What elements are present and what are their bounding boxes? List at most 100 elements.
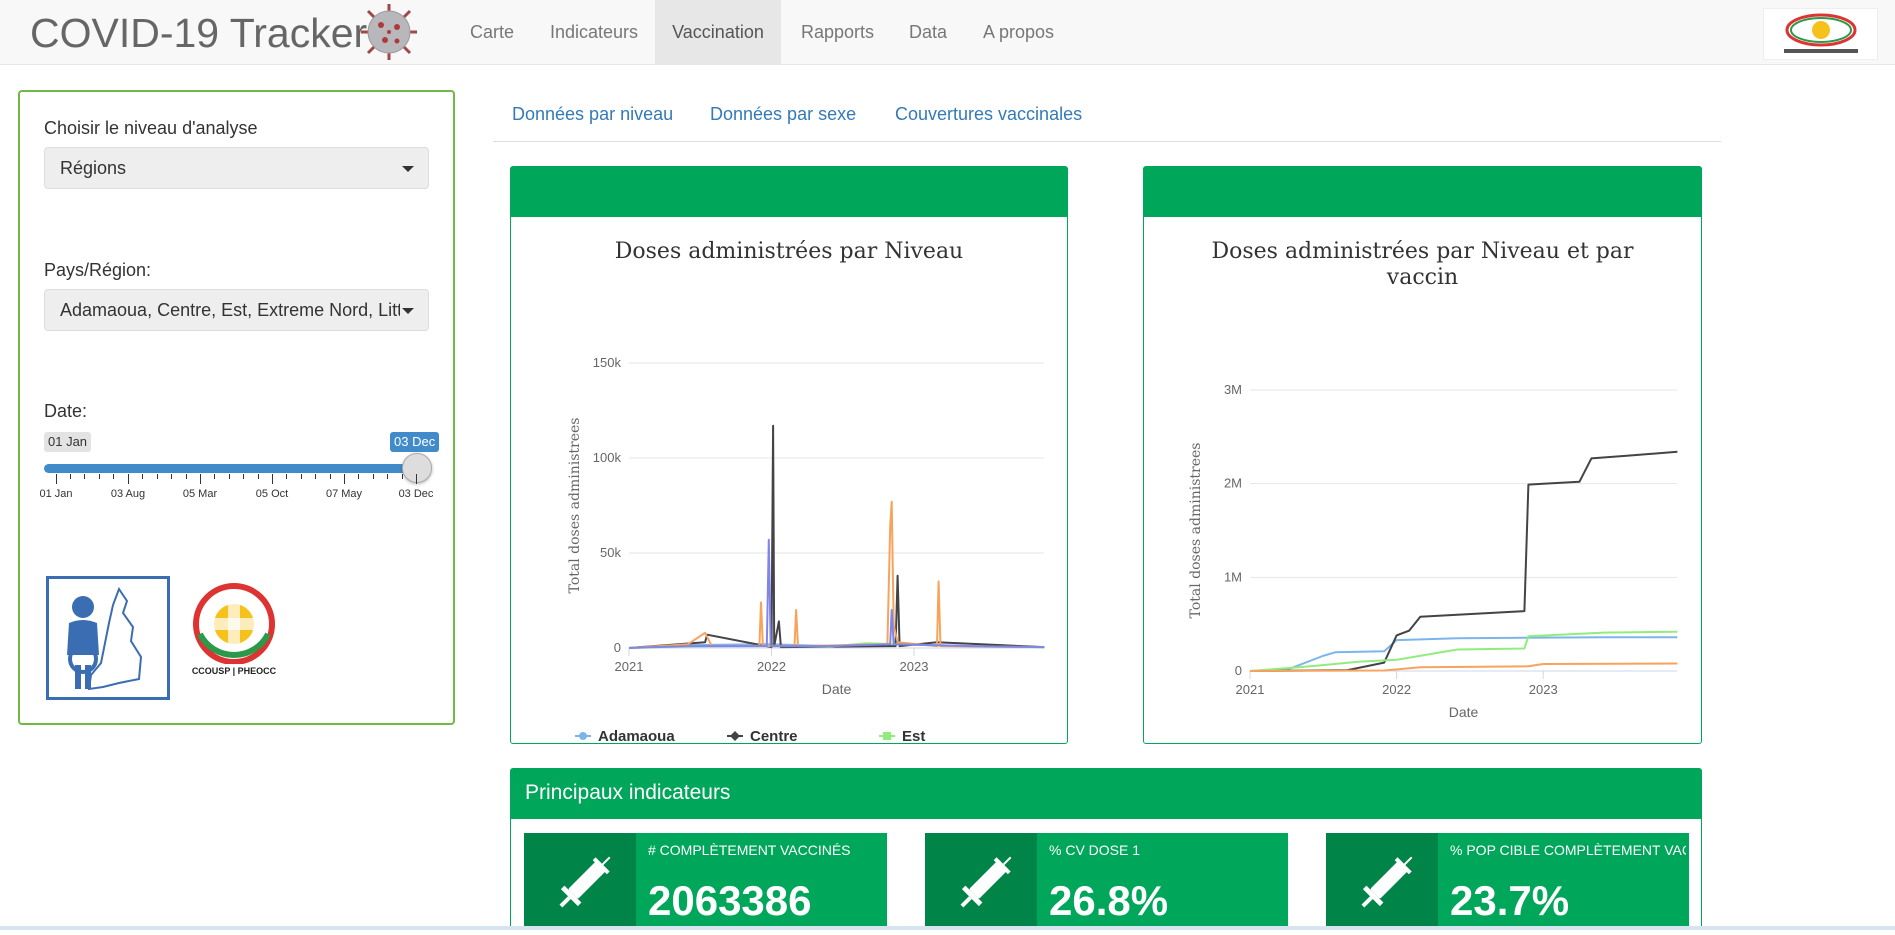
infobox-value: 26.8% — [1049, 877, 1169, 924]
chart-box-header — [511, 167, 1067, 217]
level-select-value: Régions — [60, 158, 127, 178]
slider-minor-tick — [186, 474, 187, 479]
infobox-cv-dose1: % CV DOSE 1 26.8% — [925, 833, 1288, 930]
slider-minor-tick — [402, 474, 403, 479]
infobox-value: 23.7% — [1450, 877, 1570, 924]
slider-minor-tick — [84, 474, 85, 479]
infobox-label: # COMPLÈTEMENT VACCINÉS — [648, 842, 851, 858]
level-label: Choisir le niveau d'analyse — [44, 118, 258, 138]
chart-box-vaccin: Doses administrées par Niveau et par vac… — [1143, 166, 1702, 744]
slider-tick-label: 05 Oct — [255, 488, 289, 500]
y-axis-title: Total doses administrees — [567, 418, 583, 594]
y-tick-label: 1M — [1224, 569, 1242, 584]
minsante-logo — [46, 576, 170, 700]
slider-minor-tick — [387, 474, 388, 479]
slider-tick — [128, 474, 129, 484]
series-line-littoral — [628, 538, 1045, 649]
chart-box-header — [1144, 167, 1701, 217]
series-line-centre — [628, 424, 1045, 649]
slider-tick-label: 03 Aug — [110, 488, 146, 500]
y-axis-title: Total doses administrees — [1188, 443, 1204, 619]
legend-item[interactable]: Centre — [727, 728, 798, 743]
legend-marker — [883, 732, 891, 740]
chart-niveau-svg: 0 50k 100k 150k 2021 2022 2023 Date Total doses … — [567, 355, 1045, 743]
ccousp-logo: CCOUSP | PHEOCC — [188, 582, 280, 682]
slider-minor-tick — [258, 474, 259, 479]
slider-tick — [416, 474, 417, 484]
level-select[interactable]: Régions — [44, 147, 429, 189]
tab-couvertures-vaccinales[interactable]: Couvertures vaccinales — [895, 104, 1082, 125]
slider-minor-tick — [142, 474, 143, 479]
slider-min-tag: 01 Jan — [44, 432, 92, 452]
app-title: COVID-19 Tracker — [30, 10, 368, 56]
chart-vaccin-svg: 0 1M 2M 3M 2021 2022 2023 Date Total doses admin… — [1188, 382, 1678, 720]
date-slider-track[interactable] — [44, 464, 418, 473]
tab-donnees-par-sexe[interactable]: Données par sexe — [710, 104, 856, 125]
slider-minor-tick — [229, 474, 230, 479]
region-label: Pays/Région: — [44, 260, 152, 280]
infobox-pop-cible: % POP CIBLE COMPLÈTEMENT VACCINÉS 23.7% — [1326, 833, 1689, 930]
chart-box-niveau: Doses administrées par Niveau 0 50k 100k 15… — [510, 166, 1068, 744]
nav-carte[interactable]: Carte — [455, 0, 529, 64]
slider-tick — [56, 474, 57, 484]
indicators-box-header: Principaux indicateurs — [511, 769, 1701, 819]
ccousp-emblem-icon — [1784, 13, 1858, 53]
slider-minor-tick — [214, 474, 215, 479]
x-axis-title: Date — [1449, 704, 1479, 720]
slider-minor-tick — [301, 474, 302, 479]
date-slider-handle[interactable] — [402, 453, 432, 483]
status-bar — [0, 926, 1895, 930]
virus-logo-icon — [361, 4, 417, 60]
ccousp-logo-top — [1763, 8, 1878, 60]
ccousp-logo-text: CCOUSP | PHEOCC — [191, 666, 277, 676]
slider-minor-tick — [330, 474, 331, 479]
legend-label: Est — [902, 728, 925, 743]
nav-a-propos[interactable]: A propos — [968, 0, 1069, 64]
infobox-value: 2063386 — [648, 877, 812, 924]
region-select[interactable]: Adamaoua, Centre, Est, Extreme Nord, Lit… — [44, 289, 429, 331]
infobox-label: % CV DOSE 1 — [1049, 842, 1141, 858]
x-axis-title: Date — [822, 681, 852, 697]
region-select-value: Adamaoua, Centre, Est, Extreme Nord, Lit… — [60, 300, 400, 320]
series-line-extreme-nord — [628, 500, 1045, 649]
slider-minor-tick — [286, 474, 287, 479]
legend-label: Adamaoua — [598, 728, 675, 743]
y-tick-label: 100k — [593, 450, 622, 465]
date-label: Date: — [44, 401, 88, 421]
ccousp-emblem-icon — [193, 583, 275, 665]
slider-minor-tick — [373, 474, 374, 479]
nav-indicateurs[interactable]: Indicateurs — [535, 0, 653, 64]
legend-label: Centre — [750, 728, 798, 743]
slider-tick — [200, 474, 201, 484]
tab-donnees-par-niveau[interactable]: Données par niveau — [512, 104, 673, 125]
slider-minor-tick — [99, 474, 100, 479]
x-tick-label: 2022 — [1382, 682, 1411, 697]
x-tick-label: 2023 — [1529, 682, 1558, 697]
child-map-icon — [67, 586, 143, 691]
slider-tick-label: 05 Mar — [182, 488, 218, 500]
legend-item[interactable]: Adamaoua — [575, 728, 675, 743]
indicators-title: Principaux indicateurs — [525, 781, 731, 804]
x-tick-label: 2023 — [900, 659, 929, 674]
slider-minor-tick — [171, 474, 172, 479]
legend-item[interactable]: Est — [879, 728, 925, 743]
slider-minor-tick — [315, 474, 316, 479]
nav-vaccination[interactable]: Vaccination — [655, 0, 781, 64]
chevron-down-icon — [402, 308, 414, 314]
slider-minor-tick — [113, 474, 114, 479]
slider-tick-label: 01 Jan — [39, 488, 73, 500]
slider-tick-label: 07 May — [325, 488, 363, 500]
y-tick-label: 0 — [614, 640, 621, 655]
series-line-pfizer — [1249, 662, 1678, 672]
slider-max-tag: 03 Dec — [390, 432, 440, 452]
slider-tick — [344, 474, 345, 484]
legend-marker — [730, 731, 740, 741]
syringe-icon — [925, 833, 1037, 930]
y-tick-label: 0 — [1235, 663, 1242, 678]
nav-data[interactable]: Data — [894, 0, 962, 64]
syringe-icon — [524, 833, 636, 930]
slider-minor-tick — [358, 474, 359, 479]
y-tick-label: 2M — [1224, 476, 1242, 491]
syringe-icon — [1326, 833, 1438, 930]
nav-rapports[interactable]: Rapports — [786, 0, 889, 64]
